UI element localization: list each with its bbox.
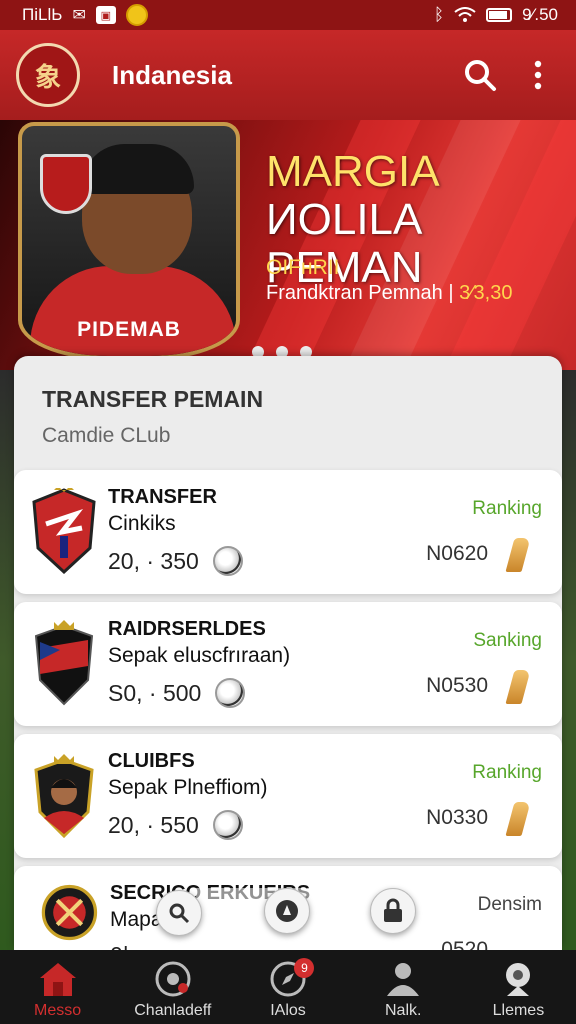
status-clock: 9⁄.50	[522, 5, 558, 24]
hero-title-part2: ИOLILA	[266, 195, 423, 244]
nav-label: Chanladeff	[134, 1002, 212, 1019]
football-icon	[215, 678, 246, 708]
transfer-price-value: S0, · 500	[108, 679, 202, 706]
transfer-code: 0520	[441, 938, 488, 950]
rank-trophy-icon	[505, 538, 531, 572]
hero-info-value: 3⁄3,30	[453, 282, 513, 304]
transfer-price: 0|...	[110, 942, 148, 950]
transfer-code: N0330	[426, 806, 488, 829]
compass-button[interactable]	[264, 888, 310, 934]
club-crest-icon	[32, 488, 96, 574]
bluetooth-icon: ᛒ	[433, 5, 445, 24]
transfer-price: 20, · 550	[108, 810, 243, 840]
search-button[interactable]	[458, 53, 502, 97]
app-notification-icon: ▣	[95, 6, 116, 24]
transfer-row[interactable]: TRANSFER Cinkiks 20, · 350 Ranking N0620	[14, 470, 562, 594]
lock-button[interactable]	[370, 888, 416, 934]
ranking-label: Densim	[477, 894, 542, 915]
hero-info-label: Frandktran Pemnah |	[266, 282, 454, 304]
nav-item-stadium[interactable]: Chanladeff	[115, 950, 230, 1024]
transfer-price-value: 0|...	[110, 942, 148, 950]
club-logo[interactable]: 象	[16, 43, 80, 107]
wifi-icon	[454, 7, 476, 22]
hero-info-line: Frandktran Pemnah | 3⁄3,30	[266, 282, 512, 305]
nav-item-home[interactable]: Messo	[0, 950, 115, 1024]
player-card-text: PIDEMAB	[77, 318, 181, 341]
nav-label: IAlos	[270, 1002, 306, 1019]
nav-item-explore[interactable]: 9 IAlos	[230, 950, 345, 1024]
club-name: TRANSFER	[108, 486, 217, 508]
panel-subtitle: Camdie CLub	[42, 424, 171, 447]
transfer-price-value: 20, · 350	[108, 547, 199, 574]
club-description: Sepak eluscfrıraan)	[108, 644, 291, 667]
more-vertical-icon	[534, 60, 542, 90]
home-icon	[39, 963, 76, 996]
transfer-price: 20, · 350	[108, 546, 243, 576]
status-left-text: ΠiLlЬ	[22, 5, 63, 24]
player-hair	[82, 144, 194, 194]
card-badge-icon	[40, 154, 92, 214]
nav-label: Llemes	[492, 1002, 545, 1019]
club-name: RAIDRSERLDES	[108, 618, 266, 640]
hero-title-part1: MARGIA	[266, 147, 438, 196]
player-card[interactable]: PIDEMAB	[18, 122, 240, 360]
battery-icon	[486, 8, 513, 22]
transfer-row[interactable]: RAIDRSERLDES Sepak eluscfrıraan) S0, · 5…	[14, 602, 562, 726]
football-icon	[212, 810, 243, 840]
transfer-price: S0, · 500	[108, 678, 246, 708]
club-crest-icon	[34, 754, 94, 838]
club-crest-icon	[34, 620, 94, 706]
zoom-button[interactable]	[156, 890, 202, 936]
rank-trophy-icon	[505, 670, 531, 704]
nav-label: Nalk.	[384, 1002, 422, 1019]
football-icon	[212, 546, 243, 576]
trophy-icon	[506, 963, 531, 996]
stadium-icon	[155, 961, 191, 997]
compass-icon	[276, 900, 298, 922]
status-bar: ΠiLlЬ ✉ ▣ ᛒ 9⁄.50	[0, 0, 576, 30]
rank-trophy-icon	[505, 802, 531, 836]
nav-item-leagues[interactable]: Llemes	[461, 950, 576, 1024]
coin-icon	[125, 4, 148, 26]
ranking-label: Ranking	[472, 498, 542, 519]
nav-label: Messo	[34, 1002, 82, 1019]
search-icon	[465, 60, 496, 91]
app-bar: 象 Indanesia	[0, 30, 576, 120]
lock-icon	[384, 898, 402, 922]
person-icon	[387, 963, 420, 996]
more-menu-button[interactable]	[516, 53, 560, 97]
transfer-code: N0620	[426, 542, 488, 565]
club-description: Mapa	[110, 908, 163, 931]
bottom-navigation: Messo Chanladeff 9 IAlos Nalk. Llemes	[0, 950, 576, 1024]
hero-subtitle: OIFнRII	[266, 256, 340, 279]
player-jersey	[30, 266, 236, 356]
nav-item-profile[interactable]: Nalk.	[346, 950, 461, 1024]
hero-banner[interactable]: PIDEMAB MARGIA ИOLILA PEMAN OIFнRII Fran…	[0, 120, 576, 370]
panel-title: TRANSFER PEMAIN	[42, 386, 264, 412]
notification-icon: ✉	[72, 7, 86, 24]
ranking-label: Ranking	[472, 762, 542, 783]
magnifier-icon	[169, 903, 190, 924]
app-title: Indanesia	[112, 59, 232, 90]
club-crest-icon	[41, 884, 98, 941]
club-description: Cinkiks	[108, 512, 176, 535]
transfer-code: N0530	[426, 674, 488, 697]
transfer-price-value: 20, · 550	[108, 811, 199, 838]
transfer-row[interactable]: CLUIBFS Sepak Plneffiom) 20, · 550 Ranki…	[14, 734, 562, 858]
notification-badge: 9	[294, 958, 315, 978]
ranking-label: Sanking	[473, 630, 542, 651]
club-description: Sepak Plneffiom)	[108, 776, 268, 799]
transfer-panel: TRANSFER PEMAIN Camdie CLub TRANSFER Cin…	[14, 356, 562, 950]
club-name: CLUIBFS	[108, 750, 195, 772]
